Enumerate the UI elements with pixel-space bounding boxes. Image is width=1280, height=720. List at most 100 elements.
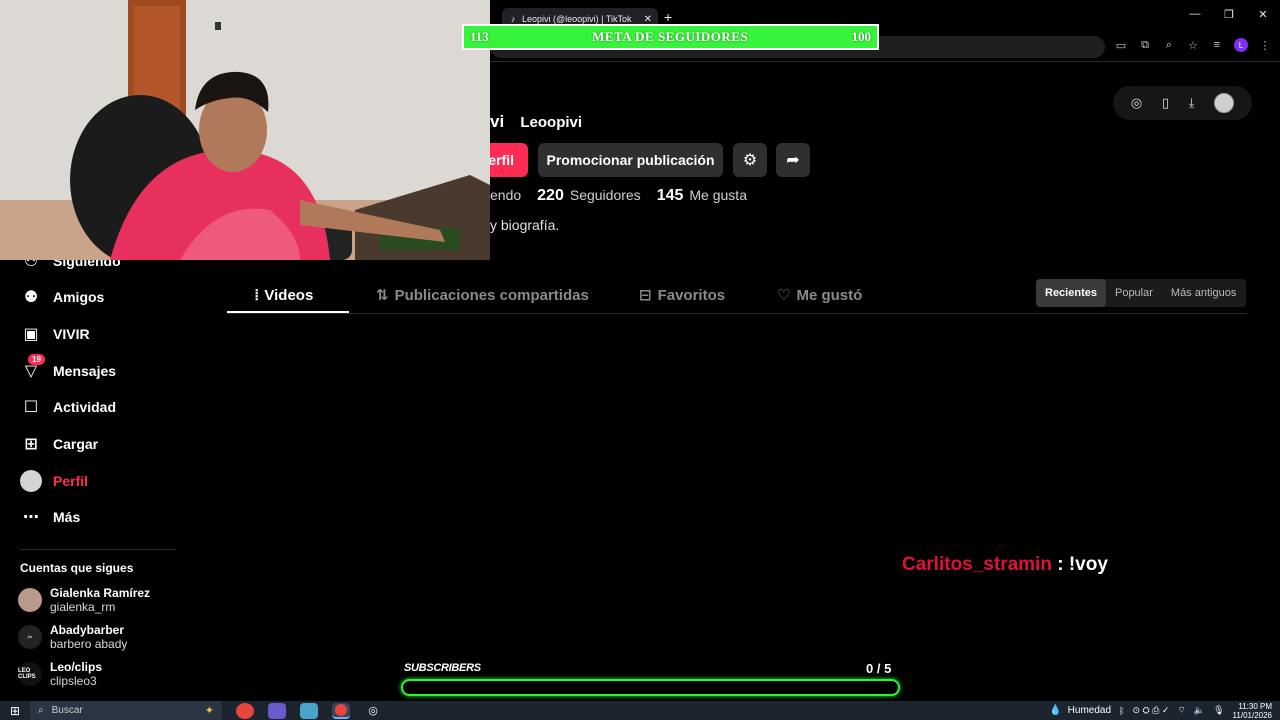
close-tab-icon[interactable]: ✕ [644,14,652,25]
clock[interactable]: 11:30 PM 11/01/2026 [1233,702,1272,720]
account-name: Abadybarber [50,623,125,637]
account-avatar: ✂ [18,625,42,649]
tab-label: Me gustó [796,286,863,304]
followed-account[interactable]: Gialenka Ramírez gialenka_rm [18,586,150,614]
sidebar-item-upload[interactable]: ⊞ Cargar [20,430,98,458]
following-accounts-title: Cuentas que sigues [20,561,134,575]
restore-icon[interactable]: ❐ [1222,8,1236,21]
mic-icon[interactable]: 🎙 [1213,705,1224,716]
heart-icon: ♡ [777,287,791,304]
chrome-active-icon[interactable] [332,702,350,719]
cast-icon[interactable]: ▭ [1114,39,1128,52]
follower-goal-bar: 113 META DE SEGUIDORES 100 [462,24,879,50]
webcam-feed [0,0,490,260]
windows-start-icon[interactable]: ⊞ [0,701,30,720]
menu-kebab-icon[interactable]: ⋮ [1258,39,1272,52]
bookmark-star-icon[interactable]: ☆ [1186,39,1200,52]
bookmark-icon: ⊟ [639,287,652,304]
sidebar-item-messages[interactable]: ▽ 19 Mensajes [20,354,116,385]
messages-icon: ▽ 19 [20,354,45,382]
sidebar-item-more[interactable]: ⋯ Más [20,503,80,531]
tab-favorites[interactable]: ⊟ Favoritos [639,277,725,313]
volume-icon[interactable]: 🔈 [1194,705,1205,716]
tab-reposts[interactable]: ⇅ Publicaciones compartidas [376,277,589,313]
share-button[interactable]: ➦ [776,143,810,177]
extensions-icon[interactable]: ≡ [1210,39,1224,51]
compass-icon[interactable]: ◎ [1131,95,1142,111]
weather-text: Humedad [1067,705,1112,716]
profile-name-fragment: vi [490,112,505,131]
promote-post-button[interactable]: Promocionar publicación [538,143,723,177]
chat-message: Carlitos_stramin : !voy [902,554,1108,576]
bluetooth-icon[interactable]: ᛒ [1119,706,1124,716]
subscribers-progress-bar [401,679,900,696]
translate-icon[interactable]: ⧉ [1138,39,1152,52]
sidebar-item-label: Actividad [53,399,117,415]
close-window-icon[interactable]: ✕ [1256,8,1270,21]
obs-app-icon[interactable]: ◎ [364,703,382,719]
new-tab-button[interactable]: + [664,10,672,24]
zoom-icon[interactable]: ⌕ [1162,39,1176,52]
likes-count: 145 [656,187,684,204]
goal-title: META DE SEGUIDORES [592,29,749,44]
account-handle: clipsleo3 [50,674,97,688]
more-icon: ⋯ [23,509,39,526]
water-drop-icon: 💧 [1049,705,1062,716]
subscribers-current: 0 [866,661,874,676]
sort-toggle-group: Recientes Popular Más antiguos [1036,279,1246,307]
webcam-overlay [0,0,490,260]
clock-time: 11:30 PM [1238,701,1272,711]
profile-username: Leoopivi [520,114,583,131]
copilot-app-icon[interactable] [268,702,286,719]
sidebar-item-friends[interactable]: ⚉ Amigos [20,283,105,311]
tray-icons[interactable]: ⊙ ⛭ ⎙ ✓ [1132,705,1169,716]
settings-button[interactable]: ⚙ [733,143,767,177]
sidebar-item-profile[interactable]: Perfil [20,467,88,495]
followed-account[interactable]: LEO CLIPS Leo/clips clipsleo3 [18,660,102,688]
taskbar-search[interactable]: ⌕ Buscar ✦ [30,701,222,720]
likes-label: Me gusta [689,187,747,203]
sidebar-item-live[interactable]: ▣ VIVIR [20,320,90,348]
copilot-sparkle-icon: ✦ [204,705,214,717]
followed-account[interactable]: ✂ Abadybarber barbero abady [18,623,127,651]
sidebar-item-label: Perfil [53,473,89,489]
weather-widget[interactable]: 💧 Humedad [1049,705,1111,716]
download-icon[interactable]: ⤓ [1189,95,1195,111]
grid-icon: ⦙ [255,286,259,304]
account-avatar [18,588,42,612]
phone-icon[interactable]: ▯ [1162,95,1169,111]
followers-count[interactable]: 220 [537,187,564,205]
sort-popular[interactable]: Popular [1106,279,1162,307]
minimize-icon[interactable]: — [1188,8,1202,21]
sidebar-divider [20,549,176,550]
sidebar-item-activity[interactable]: ☐ Actividad [20,393,116,421]
sidebar-item-label: Amigos [53,289,105,305]
subscribers-label: SUBSCRIBERS [404,662,481,674]
chrome-app-icon[interactable] [236,702,254,719]
edit-profile-button[interactable]: erfil [488,143,528,177]
files-app-icon[interactable] [300,702,318,719]
friends-icon: ⚉ [23,289,39,306]
following-label-fragment: endo [490,187,522,203]
window-controls: — ❐ ✕ [1188,8,1270,21]
browser-profile-icon[interactable]: L [1234,38,1248,52]
sidebar-item-label: VIVIR [53,326,90,342]
tab-liked[interactable]: ♡ Me gustó [777,277,862,313]
wifi-icon[interactable]: ⌔ [1177,705,1185,716]
tab-title: Leopivi (@leoopivi) | TikTok [522,14,632,24]
clock-date: 11/01/2026 [1232,710,1272,720]
tab-videos[interactable]: ⦙ Videos [255,277,313,313]
account-name: Gialenka Ramírez [50,586,151,600]
chat-text: : !voy [1051,554,1108,575]
toolbar-icons: ▭ ⧉ ⌕ ☆ ≡ L ⋮ [1114,38,1272,52]
tiktok-favicon-icon: ♪ [510,14,516,24]
user-avatar[interactable] [1214,93,1235,113]
profile-bio: y biografía. [490,217,560,233]
top-right-toolbar: ◎ ▯ ⤓ [1113,86,1252,120]
sort-recent[interactable]: Recientes [1036,279,1106,307]
account-avatar: LEO CLIPS [18,662,42,686]
followers-label[interactable]: Seguidores [570,187,641,203]
sort-oldest[interactable]: Más antiguos [1162,279,1245,307]
live-icon: ▣ [23,326,39,343]
subscribers-goal: / 5 [876,661,892,676]
